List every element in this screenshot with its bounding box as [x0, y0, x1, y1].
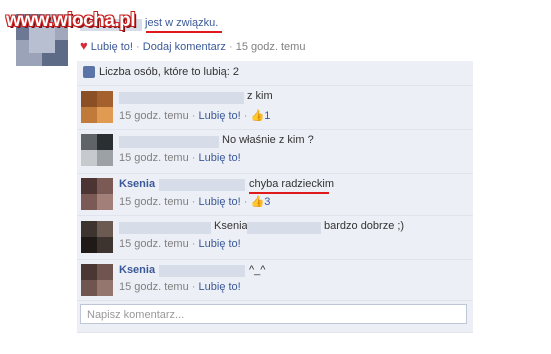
post-text: jest w związku.	[145, 17, 219, 29]
commenter-avatar[interactable]	[81, 134, 113, 166]
comment-mention-redacted	[247, 222, 321, 234]
comment-text: chyba radzieckim	[249, 178, 334, 190]
commenter-name-redacted	[119, 92, 244, 104]
comment-text: bardzo dobrze ;)	[324, 220, 405, 232]
commenter-name-redacted	[119, 136, 219, 148]
comment-mention[interactable]: Ksenia	[214, 220, 248, 232]
commenter-name-redacted	[119, 222, 211, 234]
separator-dot: ·	[136, 41, 140, 53]
likes-count-text[interactable]: Liczba osób, które to lubią: 2	[99, 66, 239, 78]
comment-like-link[interactable]: Lubię to!	[199, 238, 241, 250]
post-actions: ♥ Lubię to! · Dodaj komentarz · 15 godz.…	[80, 38, 305, 53]
heart-icon: ♥	[80, 38, 88, 53]
post-add-comment-link[interactable]: Dodaj komentarz	[143, 41, 226, 53]
comment-timestamp: 15 godz. temu	[119, 238, 189, 250]
comment-timestamp: 15 godz. temu	[119, 281, 189, 293]
comment-text: No właśnie z kim ?	[222, 134, 314, 146]
comment-meta: 15 godz. temu · Lubię to! · 👍1	[119, 109, 270, 122]
comment-timestamp: 15 godz. temu	[119, 110, 189, 122]
comment-meta: 15 godz. temu · Lubię to!	[119, 152, 241, 164]
comment-like-count[interactable]: 1	[264, 110, 270, 122]
comments-panel: Liczba osób, które to lubią: 2 z kim 15 …	[77, 61, 473, 333]
likes-summary: Liczba osób, które to lubią: 2	[77, 61, 473, 86]
comment-text: ^_^	[249, 264, 266, 276]
separator-dot: ·	[191, 152, 196, 164]
post-text-highlight	[146, 31, 222, 33]
comment-text-highlight	[249, 192, 329, 194]
comment-row: No właśnie z kim ? 15 godz. temu · Lubię…	[77, 130, 473, 174]
comment-like-count[interactable]: 3	[264, 196, 270, 208]
comment-text: z kim	[247, 90, 273, 102]
watermark-logo: www.wiocha.pl	[6, 10, 135, 31]
commenter-surname-redacted	[159, 265, 245, 277]
separator-dot: ·	[243, 196, 248, 208]
comment-meta: 15 godz. temu · Lubię to!	[119, 238, 241, 250]
commenter-avatar[interactable]	[81, 178, 113, 210]
commenter-avatar[interactable]	[81, 221, 113, 253]
post-timestamp: 15 godz. temu	[235, 41, 306, 53]
commenter-name[interactable]: Ksenia	[119, 264, 155, 276]
separator-dot: ·	[191, 110, 196, 122]
separator-dot: ·	[229, 41, 233, 53]
comment-meta: 15 godz. temu · Lubię to! · 👍3	[119, 195, 270, 208]
thumbs-up-icon: 👍	[250, 196, 265, 208]
commenter-surname-redacted	[159, 179, 245, 191]
comment-row: Ksenia bardzo dobrze ;) 15 godz. temu · …	[77, 216, 473, 260]
thumbs-up-icon	[83, 66, 95, 78]
comment-timestamp: 15 godz. temu	[119, 152, 189, 164]
separator-dot: ·	[191, 196, 196, 208]
comment-row: z kim 15 godz. temu · Lubię to! · 👍1	[77, 86, 473, 130]
comment-like-link[interactable]: Lubię to!	[199, 196, 241, 208]
separator-dot: ·	[191, 281, 196, 293]
comment-row: Ksenia chyba radzieckim 15 godz. temu · …	[77, 174, 473, 216]
thumbs-up-icon: 👍	[250, 110, 265, 122]
comment-meta: 15 godz. temu · Lubię to!	[119, 281, 241, 293]
comment-like-link[interactable]: Lubię to!	[199, 152, 241, 164]
comment-row: Ksenia ^_^ 15 godz. temu · Lubię to!	[77, 260, 473, 301]
separator-dot: ·	[191, 238, 196, 250]
comment-like-link[interactable]: Lubię to!	[199, 110, 241, 122]
commenter-avatar[interactable]	[81, 264, 113, 296]
commenter-name[interactable]: Ksenia	[119, 178, 155, 190]
comment-input[interactable]: Napisz komentarz...	[80, 304, 467, 324]
comment-like-link[interactable]: Lubię to!	[199, 281, 241, 293]
commenter-avatar[interactable]	[81, 91, 113, 123]
separator-dot: ·	[243, 110, 248, 122]
post-like-link[interactable]: Lubię to!	[91, 41, 133, 53]
comment-timestamp: 15 godz. temu	[119, 196, 189, 208]
